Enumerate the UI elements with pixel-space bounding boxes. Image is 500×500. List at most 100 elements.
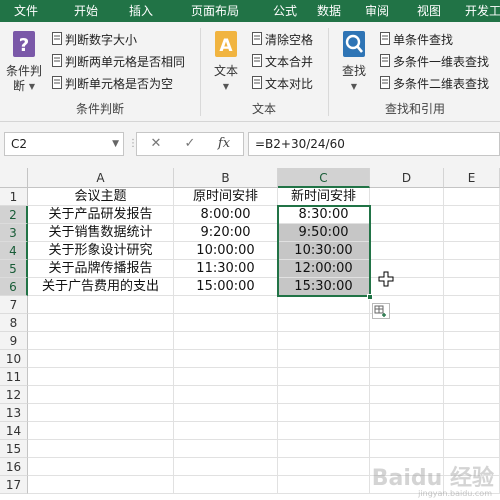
row-header[interactable]: 4 [0,242,28,260]
empty-cell[interactable] [174,386,278,404]
tab-insert[interactable]: 插入 [116,0,166,22]
cell-b4[interactable]: 10:00:00 [174,242,278,260]
judge-number-size-button[interactable]: 判断数字大小 [52,30,137,50]
confirm-icon[interactable]: ✓ [175,133,205,155]
empty-cell[interactable] [444,440,500,458]
tab-formulas[interactable]: 公式 [262,0,308,22]
empty-cell[interactable] [174,440,278,458]
column-header-c[interactable]: C [278,168,370,188]
empty-cell[interactable] [28,296,174,314]
clear-spaces-button[interactable]: 清除空格 [252,30,313,50]
empty-cell[interactable] [174,422,278,440]
column-header-b[interactable]: B [174,168,278,188]
cancel-icon[interactable]: ✕ [141,133,171,155]
empty-cell[interactable] [278,368,370,386]
empty-cell[interactable] [174,314,278,332]
empty-cell[interactable] [174,350,278,368]
column-header-d[interactable]: D [370,168,444,188]
multi-condition-2d-lookup-button[interactable]: 多条件二维表查找 [380,74,489,94]
cell-a2[interactable]: 关于产品研发报告 [28,206,174,224]
worksheet-grid[interactable]: A B C D E 1 2 3 4 5 6 7 8 9 10 11 12 13 … [0,168,500,500]
empty-cell[interactable] [370,206,444,224]
column-header-a[interactable]: A [28,168,174,188]
row-header[interactable]: 14 [0,422,28,440]
empty-cell[interactable] [444,188,500,206]
empty-cell[interactable] [444,368,500,386]
empty-cell[interactable] [278,350,370,368]
tab-developer[interactable]: 开发工 [460,0,500,22]
cell-a1[interactable]: 会议主题 [28,188,174,206]
empty-cell[interactable] [174,458,278,476]
row-header[interactable]: 2 [0,206,28,224]
column-header-e[interactable]: E [444,168,500,188]
empty-cell[interactable] [28,422,174,440]
empty-cell[interactable] [370,188,444,206]
tab-home[interactable]: 开始 [58,0,114,22]
empty-cell[interactable] [278,458,370,476]
row-header[interactable]: 12 [0,386,28,404]
empty-cell[interactable] [370,368,444,386]
text-compare-button[interactable]: 文本对比 [252,74,313,94]
empty-cell[interactable] [28,368,174,386]
row-header[interactable]: 11 [0,368,28,386]
empty-cell[interactable] [444,386,500,404]
condition-button[interactable]: ? 条件判 断 ▼ [4,30,44,94]
empty-cell[interactable] [444,314,500,332]
empty-cell[interactable] [370,422,444,440]
formula-input[interactable]: =B2+30/24/60 [248,132,500,156]
fill-handle[interactable] [367,294,373,300]
empty-cell[interactable] [28,314,174,332]
judge-cell-empty-button[interactable]: 判断单元格是否为空 [52,74,173,94]
row-header[interactable]: 13 [0,404,28,422]
row-header[interactable]: 6 [0,278,28,296]
quick-analysis-icon[interactable] [372,303,390,319]
empty-cell[interactable] [278,440,370,458]
empty-cell[interactable] [444,242,500,260]
row-header[interactable]: 16 [0,458,28,476]
text-button[interactable]: A 文本 ▼ [206,30,246,94]
select-all-corner[interactable] [0,168,28,188]
empty-cell[interactable] [278,404,370,422]
empty-cell[interactable] [174,296,278,314]
cell-a5[interactable]: 关于品牌传播报告 [28,260,174,278]
cell-a3[interactable]: 关于销售数据统计 [28,224,174,242]
empty-cell[interactable] [174,404,278,422]
tab-file[interactable]: 文件 [0,0,52,22]
cell-b1[interactable]: 原时间安排 [174,188,278,206]
empty-cell[interactable] [444,296,500,314]
single-condition-lookup-button[interactable]: 单条件查找 [380,30,453,50]
row-header[interactable]: 15 [0,440,28,458]
empty-cell[interactable] [278,296,370,314]
lookup-button[interactable]: 查找 ▼ [334,30,374,94]
tab-view[interactable]: 视图 [404,0,454,22]
empty-cell[interactable] [28,476,174,494]
row-header[interactable]: 8 [0,314,28,332]
empty-cell[interactable] [444,404,500,422]
empty-cell[interactable] [28,404,174,422]
row-header[interactable]: 17 [0,476,28,494]
empty-cell[interactable] [278,476,370,494]
cell-c1[interactable]: 新时间安排 [278,188,370,206]
empty-cell[interactable] [444,206,500,224]
judge-two-cells-same-button[interactable]: 判断两单元格是否相同 [52,52,185,72]
empty-cell[interactable] [174,332,278,350]
empty-cell[interactable] [174,476,278,494]
empty-cell[interactable] [278,314,370,332]
empty-cell[interactable] [28,458,174,476]
tab-data[interactable]: 数据 [306,0,352,22]
text-merge-button[interactable]: 文本合并 [252,52,313,72]
empty-cell[interactable] [444,350,500,368]
empty-cell[interactable] [28,332,174,350]
empty-cell[interactable] [444,224,500,242]
row-header[interactable]: 7 [0,296,28,314]
empty-cell[interactable] [444,278,500,296]
cell-b2[interactable]: 8:00:00 [174,206,278,224]
empty-cell[interactable] [28,440,174,458]
row-header[interactable]: 1 [0,188,28,206]
empty-cell[interactable] [370,404,444,422]
tab-page-layout[interactable]: 页面布局 [170,0,260,22]
row-header[interactable]: 10 [0,350,28,368]
empty-cell[interactable] [444,332,500,350]
empty-cell[interactable] [370,224,444,242]
empty-cell[interactable] [174,368,278,386]
